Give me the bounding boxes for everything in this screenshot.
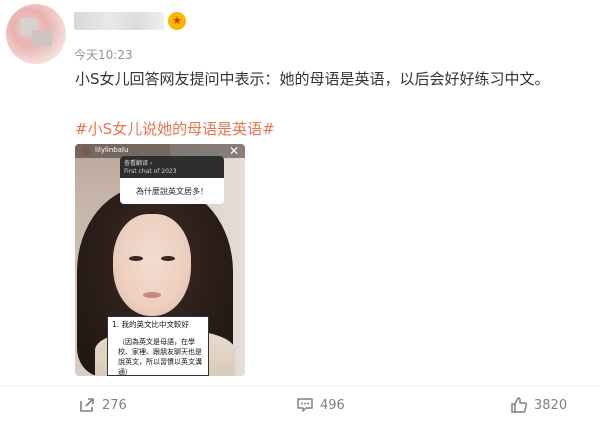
- comment-icon: [296, 396, 314, 414]
- question-sticker-header: 查看翻译 › First chat of 2023: [120, 156, 224, 178]
- story-avatar: [81, 146, 91, 156]
- repost-count: 276: [102, 397, 127, 413]
- story-handle: lilylinbalu: [95, 146, 129, 154]
- translate-chip: 查看翻译 ›: [124, 160, 153, 167]
- post-image[interactable]: lilylinbalu ✕ 查看翻译 › First chat of 2023 …: [75, 144, 245, 376]
- share-icon: [78, 396, 96, 414]
- answer-detail: （因為英文是母語，在學校、家裡、跟朋友聊天也是說英文，所以習慣以英文溝通）: [118, 338, 202, 376]
- question-subtitle: First chat of 2023: [124, 168, 177, 175]
- vip-badge-icon: ★: [168, 12, 186, 30]
- question-text: 為什麼說英文居多！: [136, 187, 208, 196]
- answer-textbox: 1. 我的英文比中文較好 （因為英文是母語，在學校、家裡、跟朋友聊天也是說英文，…: [107, 316, 209, 376]
- image-eye: [129, 256, 143, 261]
- author-avatar[interactable]: [6, 4, 66, 64]
- thumbs-up-icon: [510, 396, 528, 414]
- answer-title: 1. 我的英文比中文較好: [112, 320, 190, 329]
- like-count: 3820: [534, 397, 568, 413]
- image-eye: [161, 256, 175, 261]
- comment-count: 496: [320, 397, 345, 413]
- post-timestamp[interactable]: 今天10:23: [74, 46, 133, 63]
- post-hashtag[interactable]: #小S女儿说她的母语是英语#: [75, 118, 275, 139]
- avatar-blur-block: [32, 30, 52, 46]
- like-button[interactable]: 3820: [510, 396, 567, 414]
- comment-button[interactable]: 496: [296, 396, 345, 414]
- author-name-redacted[interactable]: [74, 12, 164, 30]
- question-sticker: 查看翻译 › First chat of 2023 為什麼說英文居多！: [120, 156, 224, 204]
- action-bar-divider: [0, 386, 600, 387]
- close-icon: ✕: [229, 144, 240, 158]
- repost-button[interactable]: 276: [78, 396, 127, 414]
- image-face: [113, 214, 191, 316]
- image-lips: [143, 292, 161, 298]
- post-text: 小S女儿回答网友提问中表示：她的母语是英语，以后会好好练习中文。: [75, 70, 550, 88]
